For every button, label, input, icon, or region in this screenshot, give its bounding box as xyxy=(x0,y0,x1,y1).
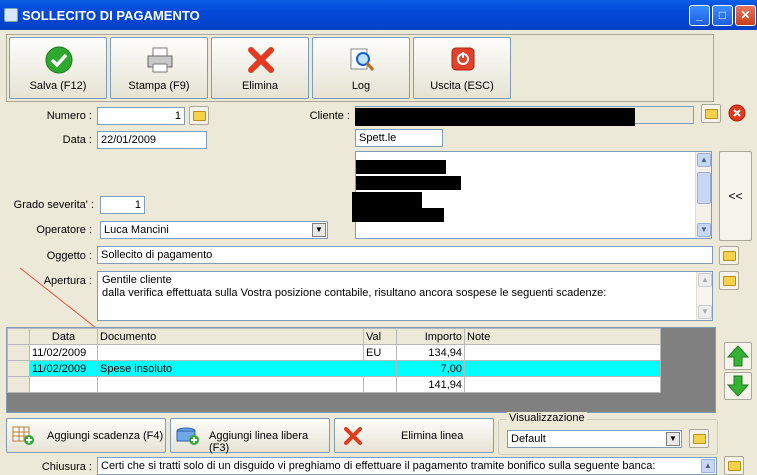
cell-importo[interactable]: 7,00 xyxy=(396,360,465,377)
cell-note[interactable] xyxy=(464,344,661,361)
folder-icon xyxy=(728,461,741,471)
col-documento[interactable]: Documento xyxy=(97,328,364,345)
scroll-up-icon[interactable]: ▲ xyxy=(701,459,715,473)
row-selector-header xyxy=(7,328,30,345)
green-down-arrow-icon xyxy=(726,375,750,397)
table-row-selected[interactable]: 11/02/2009 Spese insoluto 7,00 xyxy=(7,360,661,377)
red-x-icon xyxy=(344,427,362,445)
move-up-button[interactable] xyxy=(724,342,752,370)
delete-line-label: Elimina linea xyxy=(401,430,464,442)
chiusura-textarea[interactable]: Certi che si tratti solo di un disguido … xyxy=(97,457,717,475)
view-label: Visualizzazione xyxy=(507,412,587,424)
cell-documento[interactable]: Spese insoluto xyxy=(97,360,364,377)
col-importo[interactable]: Importo xyxy=(396,328,465,345)
empty-cell xyxy=(464,376,661,393)
row-selector xyxy=(7,376,30,393)
empty-cell xyxy=(97,376,364,393)
add-free-line-label: Aggiungi linea libera (F3) xyxy=(209,430,309,454)
delete-line-button[interactable]: Elimina linea xyxy=(334,418,494,453)
col-data[interactable]: Data xyxy=(29,328,98,345)
col-note[interactable]: Note xyxy=(464,328,661,345)
due-dates-grid[interactable]: Data Documento Val Importo Note 11/02/20… xyxy=(6,327,716,413)
due-dates-table: Data Documento Val Importo Note 11/02/20… xyxy=(7,328,661,393)
chiusura-label: Chiusura : xyxy=(41,461,92,473)
cell-note[interactable] xyxy=(464,360,661,377)
database-add-icon xyxy=(176,427,199,445)
total-row: 141,94 xyxy=(7,376,661,393)
chiusura-folder-button[interactable] xyxy=(724,456,744,475)
cell-val[interactable] xyxy=(363,360,397,377)
col-val[interactable]: Val xyxy=(363,328,397,345)
total-importo: 141,94 xyxy=(396,376,465,393)
cell-data[interactable]: 11/02/2009 xyxy=(29,360,98,377)
view-group: Visualizzazione Default ▼ xyxy=(498,412,718,455)
add-due-date-label: Aggiungi scadenza (F4) xyxy=(47,430,164,442)
row-selector[interactable] xyxy=(7,360,30,377)
view-select[interactable]: Default ▼ xyxy=(507,430,682,448)
row-selector[interactable] xyxy=(7,344,30,361)
empty-cell xyxy=(29,376,98,393)
view-folder-button[interactable] xyxy=(689,429,709,448)
chiusura-text: Certi che si tratti solo di un disguido … xyxy=(101,460,656,472)
view-value: Default xyxy=(511,433,546,445)
empty-cell xyxy=(363,376,397,393)
table-header-row: Data Documento Val Importo Note xyxy=(7,328,661,345)
cell-documento[interactable] xyxy=(97,344,364,361)
chevron-down-icon[interactable]: ▼ xyxy=(666,432,680,446)
grid-add-icon xyxy=(12,426,34,445)
table-row[interactable]: 11/02/2009 EU 134,94 xyxy=(7,344,661,361)
green-up-arrow-icon xyxy=(726,345,750,367)
add-free-line-button[interactable]: Aggiungi linea libera (F3) xyxy=(170,418,330,454)
cell-importo[interactable]: 134,94 xyxy=(396,344,465,361)
folder-icon xyxy=(693,434,706,444)
move-down-button[interactable] xyxy=(724,372,752,400)
add-due-date-button[interactable]: Aggiungi scadenza (F4) xyxy=(6,418,166,453)
cell-data[interactable]: 11/02/2009 xyxy=(29,344,98,361)
cell-val[interactable]: EU xyxy=(363,344,397,361)
